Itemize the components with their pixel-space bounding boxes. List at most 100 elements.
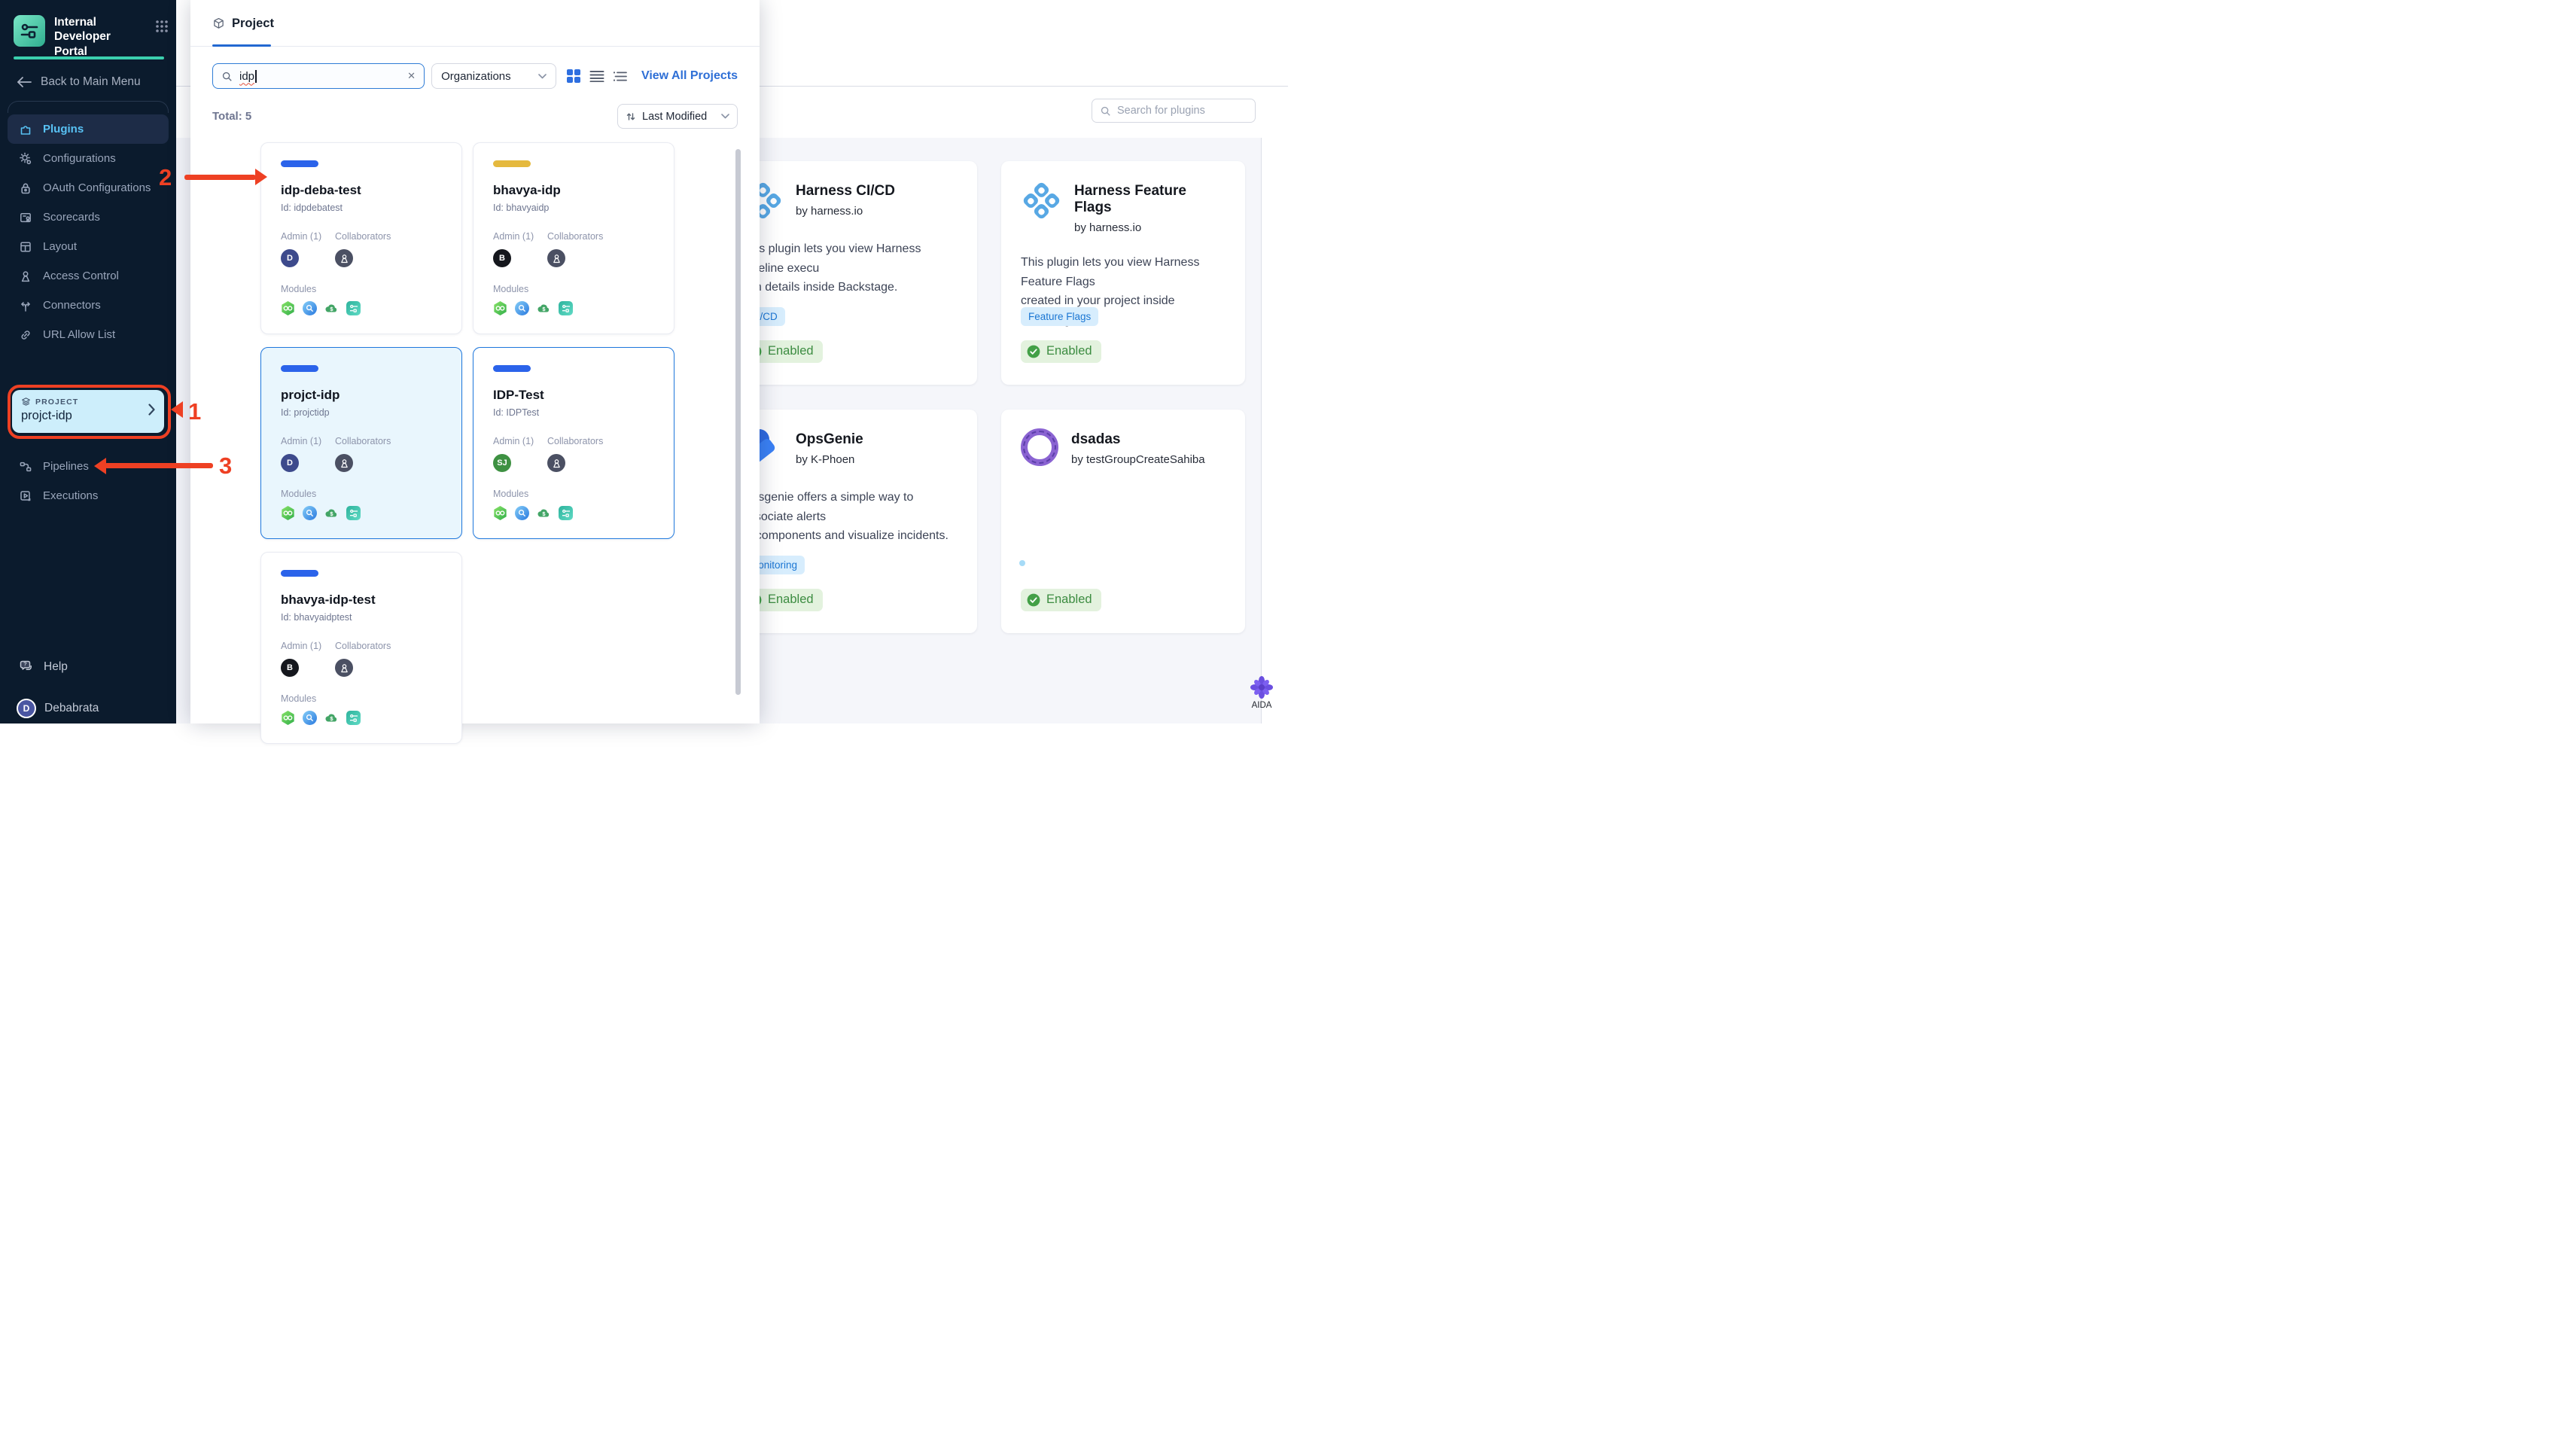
project-id: Id: idpdebatest [281,203,343,213]
help-chat-icon: ? [20,660,32,670]
scrollbar-thumb[interactable] [735,149,741,695]
project-card-bhavya-idp-test[interactable]: bhavya-idp-test Id: bhavyaidptest Admin … [260,552,462,744]
admin-avatar: D [281,249,299,267]
admin-label: Admin (1) [493,231,534,242]
module-srm-icon [303,711,317,725]
plugin-card-harness-cicd[interactable]: Harness CI/CD by harness.io This plugin … [723,161,977,385]
project-id: Id: IDPTest [493,407,540,418]
view-all-projects-link[interactable]: View All Projects [641,69,738,83]
grid-view-icon[interactable] [566,69,581,84]
sidebar-item-label: Pipelines [43,460,89,473]
sidebar-item-configurations[interactable]: Configurations [8,144,169,173]
sidebar-item-url-allow-list[interactable]: URL Allow List [8,320,169,349]
sidebar-item-access-control[interactable]: Access Control [8,261,169,291]
sidebar: Internal Developer Portal Back to Main M… [0,0,176,724]
sidebar-item-label: Plugins [43,123,84,136]
sidebar-item-connectors[interactable]: Connectors [8,291,169,320]
module-ccm-icon: $ [324,301,339,315]
admin-avatar: SJ [493,454,511,472]
plugin-author: by testGroupCreateSahiba [1071,453,1205,466]
help-button[interactable]: ? Help [18,659,68,675]
project-card-projct-idp[interactable]: projct-idp Id: projctidp Admin (1) D Col… [260,347,462,539]
project-nav: Pipelines Executions [8,452,169,510]
project-name: IDP-Test [493,388,544,402]
module-idp-icon [346,506,361,520]
text-cursor [255,69,257,83]
help-label: Help [44,660,68,673]
sidebar-item-layout[interactable]: Layout [8,232,169,261]
scorecard-icon [20,212,31,222]
admin-label: Admin (1) [493,436,534,446]
pipeline-icon [20,462,32,471]
annotation-arrow-3-tail [105,463,213,468]
sidebar-item-label: Layout [43,240,78,253]
project-card-idp-test[interactable]: IDP-Test Id: IDPTest Admin (1) SJ Collab… [473,347,674,539]
project-name: bhavya-idp [493,183,561,197]
admin-avatar: D [281,454,299,472]
plugin-title: OpsGenie [796,431,863,447]
app-title: Internal Developer Portal [54,16,111,58]
collaborators-label: Collaborators [547,436,604,446]
search-icon [222,72,232,81]
right-gutter-divider [1261,138,1262,724]
active-tab-indicator [212,44,271,47]
chevron-down-icon [721,114,729,119]
organizations-dropdown-value: Organizations [441,69,511,83]
dsadas-logo-icon [1021,428,1058,466]
compact-list-view-icon[interactable] [613,71,628,82]
annotation-label-3: 3 [219,452,233,479]
sidebar-item-scorecards[interactable]: Scorecards [8,203,169,232]
annotation-arrowhead-1 [171,401,183,418]
plugin-card-opsgenie[interactable]: OpsGenie by K-Phoen Opsgenie offers a si… [723,410,977,633]
project-id: Id: bhavyaidp [493,203,550,213]
collaborator-person-icon [335,659,353,677]
module-ci-icon [282,301,294,315]
module-idp-icon [346,301,361,315]
modules-label: Modules [281,489,317,499]
modules-label: Modules [281,284,317,294]
collaborator-person-icon [335,454,353,472]
sidebar-item-label: Executions [43,489,99,502]
collaborators-label: Collaborators [547,231,604,242]
project-cards-grid: idp-deba-test Id: idpdebatest Admin (1) … [260,142,674,744]
module-idp-icon [346,711,361,725]
sort-arrows-icon [626,112,635,120]
project-name: idp-deba-test [281,183,361,197]
user-menu[interactable]: D Debabrata [17,699,99,718]
aida-assistant-button[interactable]: AIDA [1241,675,1283,710]
project-picker-panel: Project idp ✕ Organizations View All Pro… [190,0,760,744]
plugin-search-input[interactable]: Search for plugins [1092,99,1256,123]
module-srm-icon [515,506,529,520]
collaborators-label: Collaborators [335,641,391,651]
clear-search-icon[interactable]: ✕ [407,70,416,82]
person-icon [21,270,30,282]
cube-icon [214,17,224,29]
project-search-input[interactable]: idp ✕ [212,63,425,89]
collaborator-person-icon [547,454,565,472]
total-count: Total: 5 [212,110,252,123]
list-view-icon[interactable] [589,70,604,82]
apps-grid-icon[interactable] [155,20,169,33]
status-badge: Enabled [1021,589,1101,611]
sidebar-item-oauth-configurations[interactable]: OAuth Configurations [8,173,169,203]
sidebar-item-executions[interactable]: Executions [8,481,169,510]
plugin-search-placeholder: Search for plugins [1117,105,1205,117]
plugin-card-dsadas[interactable]: dsadas by testGroupCreateSahiba Enabled [1001,410,1245,633]
admin-label: Admin (1) [281,641,322,651]
idp-logo-icon [14,15,45,47]
annotation-label-1: 1 [188,398,202,425]
executions-play-icon [20,490,31,501]
sidebar-item-label: Configurations [43,152,116,165]
sort-dropdown-value: Last Modified [642,110,708,123]
plugin-title: dsadas [1071,431,1121,447]
back-to-main-menu[interactable]: Back to Main Menu [17,75,141,89]
project-card-idp-deba-test[interactable]: idp-deba-test Id: idpdebatest Admin (1) … [260,142,462,334]
plugin-card-harness-feature-flags[interactable]: Harness Feature Flags by harness.io This… [1001,161,1245,385]
tab-project[interactable]: Project [212,17,274,31]
sort-dropdown[interactable]: Last Modified [617,104,738,129]
module-idp-icon [559,301,573,315]
lock-icon [21,183,30,193]
sidebar-item-plugins[interactable]: Plugins [8,114,169,144]
project-card-bhavya-idp[interactable]: bhavya-idp Id: bhavyaidp Admin (1) B Col… [473,142,674,334]
organizations-dropdown[interactable]: Organizations [431,63,556,89]
